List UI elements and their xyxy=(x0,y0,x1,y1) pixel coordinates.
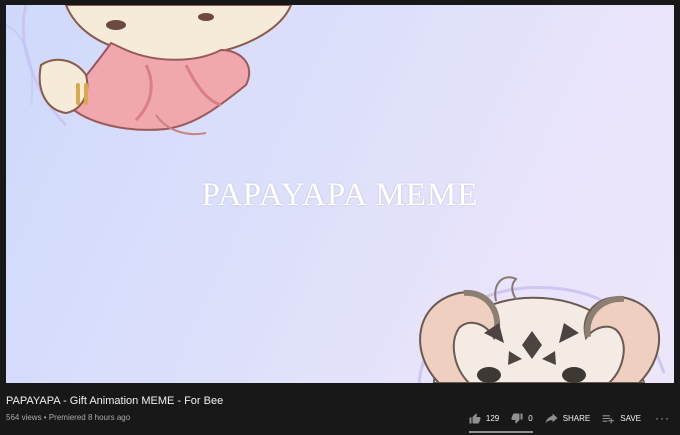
video-frame[interactable]: PAPAYAPA MEME xyxy=(6,5,674,383)
save-label: SAVE xyxy=(620,413,641,423)
premiere-date: Premiered 8 hours ago xyxy=(48,413,131,422)
thumbs-down-icon xyxy=(511,413,523,423)
more-actions-button[interactable]: ··· xyxy=(647,409,674,427)
share-button[interactable]: SHARE xyxy=(539,409,597,427)
dislike-count: 0 xyxy=(528,413,533,423)
character-artwork-top-left xyxy=(6,5,293,135)
video-metadata: 564 views • Premiered 8 hours ago xyxy=(6,413,130,422)
thumbs-up-icon xyxy=(469,413,481,423)
view-count: 564 views xyxy=(6,413,42,422)
like-ratio-fill xyxy=(468,431,533,433)
save-button[interactable]: SAVE xyxy=(596,409,647,427)
dislike-button[interactable]: 0 xyxy=(505,409,538,427)
video-player[interactable]: PAPAYAPA MEME xyxy=(6,5,674,383)
share-label: SHARE xyxy=(562,413,591,423)
more-icon: ··· xyxy=(655,411,670,425)
video-title: PAPAYAPA - Gift Animation MEME - For Bee xyxy=(6,395,224,407)
video-actions: 129 0 SHARE SAVE ··· xyxy=(463,409,674,433)
playlist-add-icon xyxy=(602,414,615,423)
video-overlay-title: PAPAYAPA MEME xyxy=(201,177,479,213)
meta-separator: • xyxy=(41,413,49,422)
share-icon xyxy=(545,413,558,423)
rating-group: 129 0 xyxy=(463,409,539,433)
creature-artwork-bottom-right xyxy=(417,276,666,383)
like-button[interactable]: 129 xyxy=(463,409,505,427)
like-dislike-ratio-bar xyxy=(468,431,533,433)
youtube-watch-page: PAPAYAPA MEME PAPAYAPA - Gift Animation … xyxy=(0,0,680,435)
video-info: PAPAYAPA - Gift Animation MEME - For Bee… xyxy=(0,383,680,435)
like-count: 129 xyxy=(485,413,500,423)
